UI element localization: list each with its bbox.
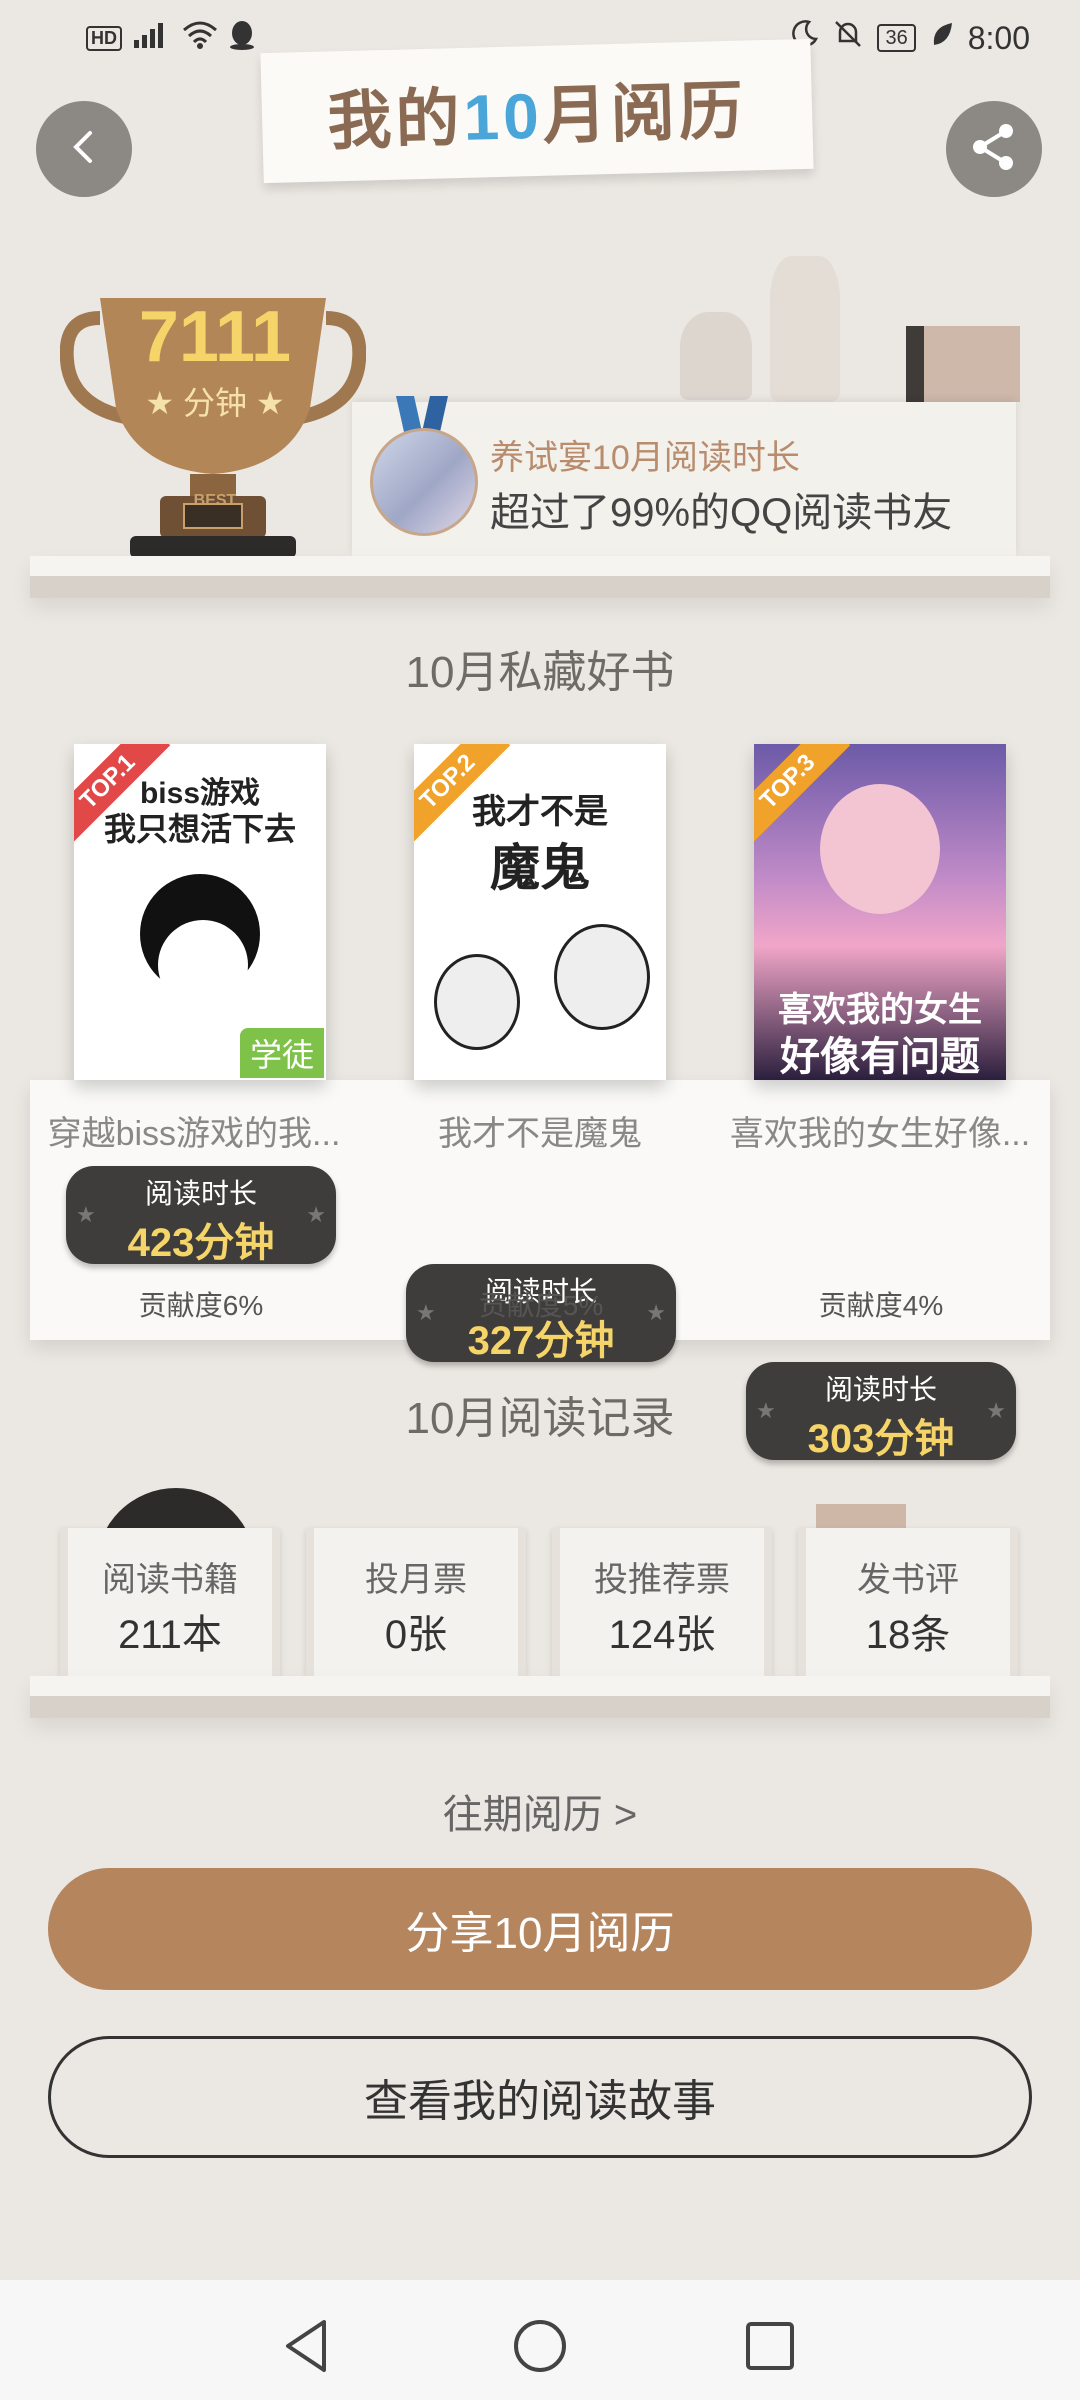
contribution: 贡献度6% xyxy=(138,1290,264,1321)
books-section-title: 10月私藏好书 xyxy=(405,648,675,697)
cover-illustration xyxy=(434,954,520,1050)
nav-home-button[interactable] xyxy=(510,2316,570,2376)
chevron-left-icon xyxy=(64,127,104,172)
contribution: 贡献度5% xyxy=(478,1290,604,1321)
back-button[interactable] xyxy=(36,101,132,197)
nav-recent-button[interactable] xyxy=(740,2316,800,2376)
title-prefix: 我的 xyxy=(326,81,465,158)
records-shelf xyxy=(30,1676,1050,1718)
qq-icon xyxy=(228,19,256,58)
past-reports-link[interactable]: 往期阅历 > xyxy=(0,1782,1080,1840)
record-value: 0张 xyxy=(384,1613,448,1657)
record-value: 124张 xyxy=(608,1613,716,1657)
share-icon xyxy=(968,121,1020,178)
vase-decoration xyxy=(680,312,752,400)
page-title: 我的10月阅历 xyxy=(326,60,748,163)
status-left: HD xyxy=(86,16,256,60)
status-time: 8:00 xyxy=(967,19,1030,56)
record-label: 阅读书籍 xyxy=(102,1561,238,1599)
hd-icon: HD xyxy=(86,25,122,51)
book-title[interactable]: 穿越biss游戏的我... xyxy=(34,1106,354,1155)
read-time-plaque: ★ ★ 阅读时长 423分钟 xyxy=(66,1166,336,1265)
title-suffix: 月阅历 xyxy=(541,74,748,152)
book-cover[interactable]: 我才不是 魔鬼 TOP.2 xyxy=(414,744,666,1080)
title-number: 10 xyxy=(462,79,544,154)
cover-illustration xyxy=(820,784,940,914)
leaf-icon xyxy=(930,20,954,57)
read-time-label: 阅读时长 xyxy=(144,1178,257,1209)
trophy-shelf xyxy=(30,556,1050,598)
battery-indicator: 36 xyxy=(877,24,916,52)
vase-decoration xyxy=(770,256,840,402)
signal-icon xyxy=(132,20,172,57)
title-banner: 我的10月阅历 xyxy=(260,38,814,184)
record-books-read: 阅读书籍 211本 xyxy=(60,1528,280,1676)
record-label: 投月票 xyxy=(365,1561,467,1599)
mute-bell-icon xyxy=(833,19,863,57)
record-recommend-votes: 投推荐票 124张 xyxy=(552,1528,772,1676)
book-title[interactable]: 我才不是魔鬼 xyxy=(380,1106,700,1155)
trophy-minutes: 7111 xyxy=(138,297,292,377)
cover-subtitle: 我只想活下去 xyxy=(103,811,296,847)
share-button[interactable] xyxy=(946,101,1042,197)
books-decoration xyxy=(906,326,1020,402)
record-label: 投推荐票 xyxy=(594,1561,730,1599)
record-reviews: 发书评 18条 xyxy=(798,1528,1018,1676)
cover-illustration xyxy=(158,920,248,1010)
record-value: 18条 xyxy=(865,1613,951,1657)
share-report-button[interactable]: 分享10月阅历 xyxy=(48,1868,1032,1990)
book-card-3[interactable]: 喜欢我的女生 好像有问题 TOP.3 xyxy=(754,744,1006,1080)
trophy-unit-text: 分钟 xyxy=(182,385,247,421)
trophy-unit: ★ 分钟 ★ xyxy=(145,385,285,421)
circle-home-icon xyxy=(510,2320,570,2380)
triangle-back-icon xyxy=(278,2320,338,2380)
book-title[interactable]: 喜欢我的女生好像... xyxy=(720,1106,1040,1155)
book-cover[interactable]: biss游戏 我只想活下去 TOP.1 学徒 xyxy=(74,744,326,1080)
square-recent-icon xyxy=(740,2322,800,2380)
view-reading-story-button[interactable]: 查看我的阅读故事 xyxy=(48,2036,1032,2158)
book-card-1[interactable]: biss游戏 我只想活下去 TOP.1 学徒 xyxy=(74,744,326,1080)
reading-stat-label: 养试宴10月阅读时长 xyxy=(490,439,800,477)
records-section-title: 10月阅读记录 xyxy=(405,1394,675,1443)
cover-subtitle: 好像有问题 xyxy=(780,1035,980,1079)
record-value: 211本 xyxy=(118,1613,222,1657)
read-time-value: 423分钟 xyxy=(127,1221,275,1265)
book-card-2[interactable]: 我才不是 魔鬼 TOP.2 xyxy=(414,744,666,1080)
record-monthly-votes: 投月票 0张 xyxy=(306,1528,526,1676)
cover-illustration xyxy=(554,924,650,1030)
contribution: 贡献度4% xyxy=(818,1290,944,1321)
record-label: 发书评 xyxy=(857,1561,959,1599)
reading-stat-ranking: 超过了99%的QQ阅读书友 xyxy=(490,491,953,535)
trophy-best-label: BEST xyxy=(193,492,237,509)
avatar xyxy=(370,428,478,536)
book-cover[interactable]: 喜欢我的女生 好像有问题 TOP.3 xyxy=(754,744,1006,1080)
status-right: 36 8:00 xyxy=(789,16,1030,60)
student-badge: 学徒 xyxy=(239,1028,324,1078)
nav-back-button[interactable] xyxy=(278,2316,338,2376)
cover-subtitle: 魔鬼 xyxy=(490,840,590,896)
wifi-icon xyxy=(182,20,218,57)
